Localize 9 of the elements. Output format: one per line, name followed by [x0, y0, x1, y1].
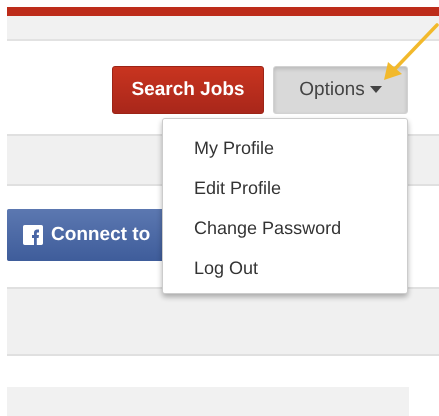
facebook-icon: [23, 225, 43, 245]
caret-icon: [370, 86, 382, 94]
menu-item[interactable]: Log Out: [163, 248, 407, 288]
menu-item[interactable]: My Profile: [163, 128, 407, 168]
menu-item[interactable]: Edit Profile: [163, 168, 407, 208]
facebook-connect-button[interactable]: Connect to: [7, 209, 165, 261]
menu-item[interactable]: Change Password: [163, 208, 407, 248]
search-jobs-button[interactable]: Search Jobs: [112, 66, 264, 114]
options-dropdown-button[interactable]: Options: [273, 66, 408, 114]
